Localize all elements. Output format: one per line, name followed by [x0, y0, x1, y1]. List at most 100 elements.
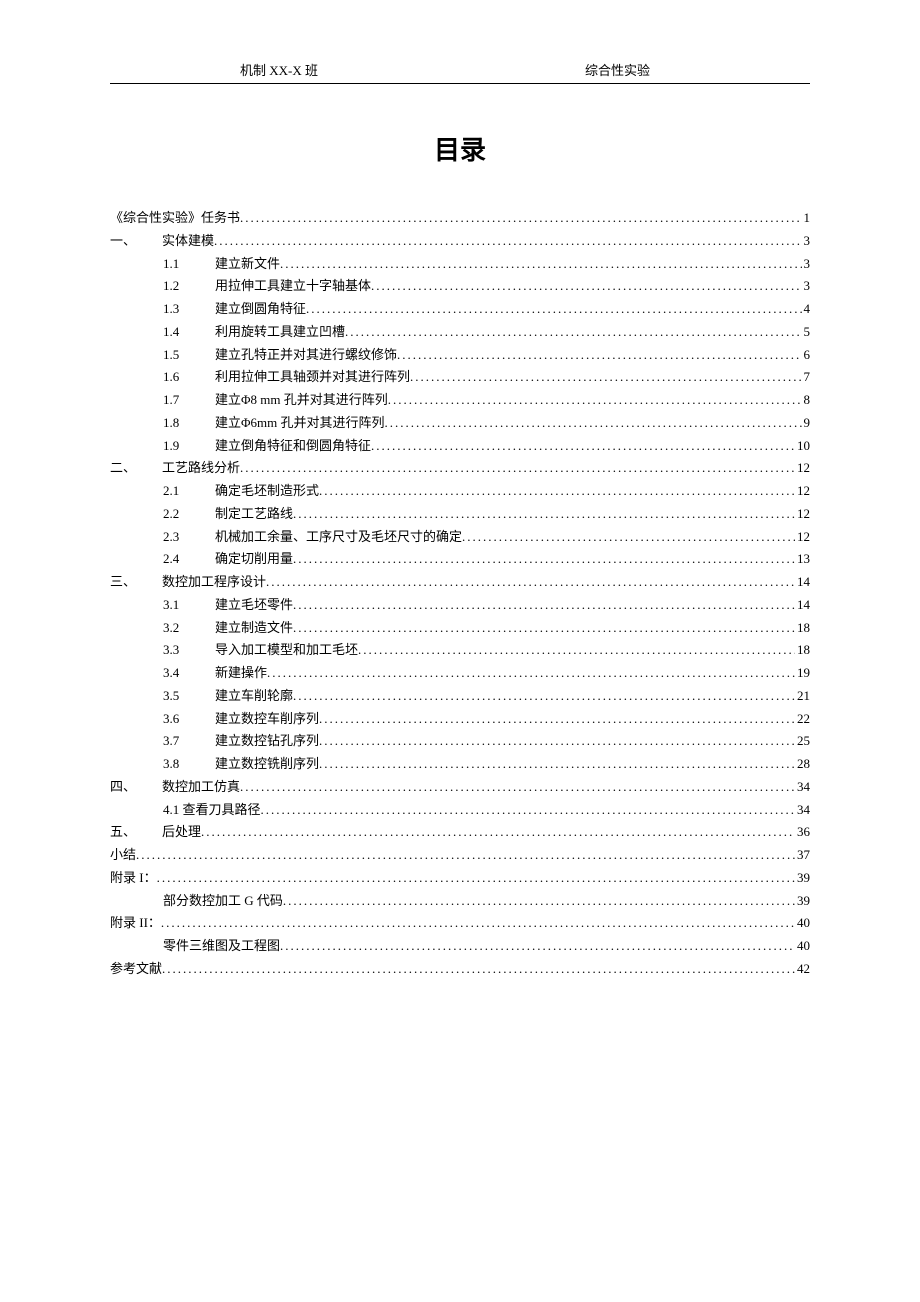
toc-entry-number: 3.8 — [163, 753, 215, 776]
toc-leader-dots — [293, 503, 795, 526]
toc-entry: 4.1 查看刀具路径34 — [110, 799, 810, 822]
toc-entry-page: 14 — [795, 571, 810, 594]
toc-entry-page: 6 — [802, 344, 811, 367]
toc-entry: 附录 II：40 — [110, 912, 810, 935]
toc-entry-page: 40 — [795, 912, 810, 935]
toc-entry-page: 42 — [795, 958, 810, 981]
toc-entry-page: 39 — [795, 867, 810, 890]
toc-leader-dots — [267, 662, 795, 685]
toc-entry-label: 1.6利用拉伸工具轴颈并对其进行阵列 — [163, 366, 410, 389]
toc-entry-label: 3.1建立毛坯零件 — [163, 594, 293, 617]
toc-entry-label: 1.8建立Φ6mm 孔并对其进行阵列 — [163, 412, 384, 435]
toc-entry-label: 2.1确定毛坯制造形式 — [163, 480, 319, 503]
toc-leader-dots — [319, 753, 795, 776]
toc-leader-dots — [410, 366, 801, 389]
toc-leader-dots — [240, 776, 795, 799]
toc-leader-dots — [371, 435, 795, 458]
toc-leader-dots — [388, 389, 802, 412]
toc-leader-dots — [358, 639, 795, 662]
toc-entry: 三、数控加工程序设计 14 — [110, 571, 810, 594]
toc-entry: 小结37 — [110, 844, 810, 867]
toc-entry-label: 1.5建立孔特正并对其进行螺纹修饰 — [163, 344, 397, 367]
toc-entry-number: 一、 — [110, 230, 162, 253]
toc-leader-dots — [462, 526, 795, 549]
toc-leader-dots — [384, 412, 801, 435]
toc-leader-dots — [319, 708, 795, 731]
toc-entry-label: 二、工艺路线分析 — [110, 457, 240, 480]
toc-entry-label: 小结 — [110, 844, 136, 867]
toc-entry: 3.8建立数控铣削序列 28 — [110, 753, 810, 776]
toc-entry-page: 3 — [802, 230, 811, 253]
toc-entry: 3.7建立数控钻孔序列25 — [110, 730, 810, 753]
toc-entry-number: 1.4 — [163, 321, 215, 344]
toc-entry-number: 三、 — [110, 571, 162, 594]
toc-entry-label: 参考文献 — [110, 958, 162, 981]
toc-leader-dots — [240, 457, 795, 480]
toc-entry: 3.6建立数控车削序列 22 — [110, 708, 810, 731]
toc-entry-page: 18 — [795, 639, 810, 662]
toc-entry-number: 3.4 — [163, 662, 215, 685]
toc-leader-dots — [319, 480, 795, 503]
toc-entry-page: 19 — [795, 662, 810, 685]
toc-entry: 2.4确定切削用量13 — [110, 548, 810, 571]
toc-entry: 附录 I：39 — [110, 867, 810, 890]
toc-entry: 3.4新建操作19 — [110, 662, 810, 685]
toc-entry-number: 2.2 — [163, 503, 215, 526]
toc-entry-page: 34 — [795, 799, 810, 822]
document-page: 机制 XX-X 班 综合性实验 目录 《综合性实验》任务书1一、实体建模31.1… — [0, 0, 920, 1041]
toc-entry-label: 2.2制定工艺路线 — [163, 503, 293, 526]
toc-leader-dots — [293, 617, 795, 640]
toc-entry-page: 5 — [802, 321, 811, 344]
toc-leader-dots — [157, 867, 795, 890]
toc-entry-number: 3.7 — [163, 730, 215, 753]
toc-leader-dots — [371, 275, 801, 298]
toc-entry-page: 14 — [795, 594, 810, 617]
toc-entry-page: 10 — [795, 435, 810, 458]
toc-entry-number: 2.4 — [163, 548, 215, 571]
toc-entry-page: 12 — [795, 503, 810, 526]
page-header: 机制 XX-X 班 综合性实验 — [110, 60, 810, 84]
toc-leader-dots — [280, 935, 795, 958]
toc-entry: 1.7建立Φ8 mm 孔并对其进行阵列8 — [110, 389, 810, 412]
toc-entry-label: 部分数控加工 G 代码 — [163, 890, 283, 913]
header-right: 综合性实验 — [585, 60, 730, 79]
toc-entry-page: 3 — [802, 275, 811, 298]
toc-entry-label: 三、数控加工程序设计 — [110, 571, 266, 594]
toc-entry-page: 28 — [795, 753, 810, 776]
toc-entry: 二、工艺路线分析12 — [110, 457, 810, 480]
toc-entry-page: 1 — [802, 207, 811, 230]
toc-entry: 2.2制定工艺路线 12 — [110, 503, 810, 526]
toc-entry-label: 四、数控加工仿真 — [110, 776, 240, 799]
toc-entry: 四、数控加工仿真34 — [110, 776, 810, 799]
toc-leader-dots — [136, 844, 795, 867]
toc-entry-page: 40 — [795, 935, 810, 958]
toc-entry-page: 8 — [802, 389, 811, 412]
toc-entry: 参考文献 42 — [110, 958, 810, 981]
toc-entry-number: 1.6 — [163, 366, 215, 389]
toc-leader-dots — [319, 730, 795, 753]
toc-entry-label: 1.1建立新文件 — [163, 253, 280, 276]
toc-entry-label: 3.6建立数控车削序列 — [163, 708, 319, 731]
toc-entry-page: 12 — [795, 526, 810, 549]
toc-entry-label: 3.8建立数控铣削序列 — [163, 753, 319, 776]
toc-entry-label: 3.7建立数控钻孔序列 — [163, 730, 319, 753]
toc-entry-label: 1.2用拉伸工具建立十字轴基体 — [163, 275, 371, 298]
toc-entry-number: 1.7 — [163, 389, 215, 412]
toc-leader-dots — [293, 685, 795, 708]
toc-entry: 《综合性实验》任务书1 — [110, 207, 810, 230]
toc-entry: 五、后处理36 — [110, 821, 810, 844]
toc-entry-page: 36 — [795, 821, 810, 844]
toc-entry: 1.8建立Φ6mm 孔并对其进行阵列9 — [110, 412, 810, 435]
toc-entry: 一、实体建模3 — [110, 230, 810, 253]
toc-entry-page: 22 — [795, 708, 810, 731]
toc-leader-dots — [280, 253, 801, 276]
toc-leader-dots — [162, 958, 795, 981]
toc-entry-label: 3.5建立车削轮廓 — [163, 685, 293, 708]
toc-entry: 零件三维图及工程图40 — [110, 935, 810, 958]
toc-entry: 1.3建立倒圆角特征4 — [110, 298, 810, 321]
toc-leader-dots — [214, 230, 801, 253]
toc-entry: 3.5建立车削轮廓21 — [110, 685, 810, 708]
toc-entry-label: 3.3导入加工模型和加工毛坯 — [163, 639, 358, 662]
toc-leader-dots — [283, 890, 795, 913]
toc-entry-page: 13 — [795, 548, 810, 571]
